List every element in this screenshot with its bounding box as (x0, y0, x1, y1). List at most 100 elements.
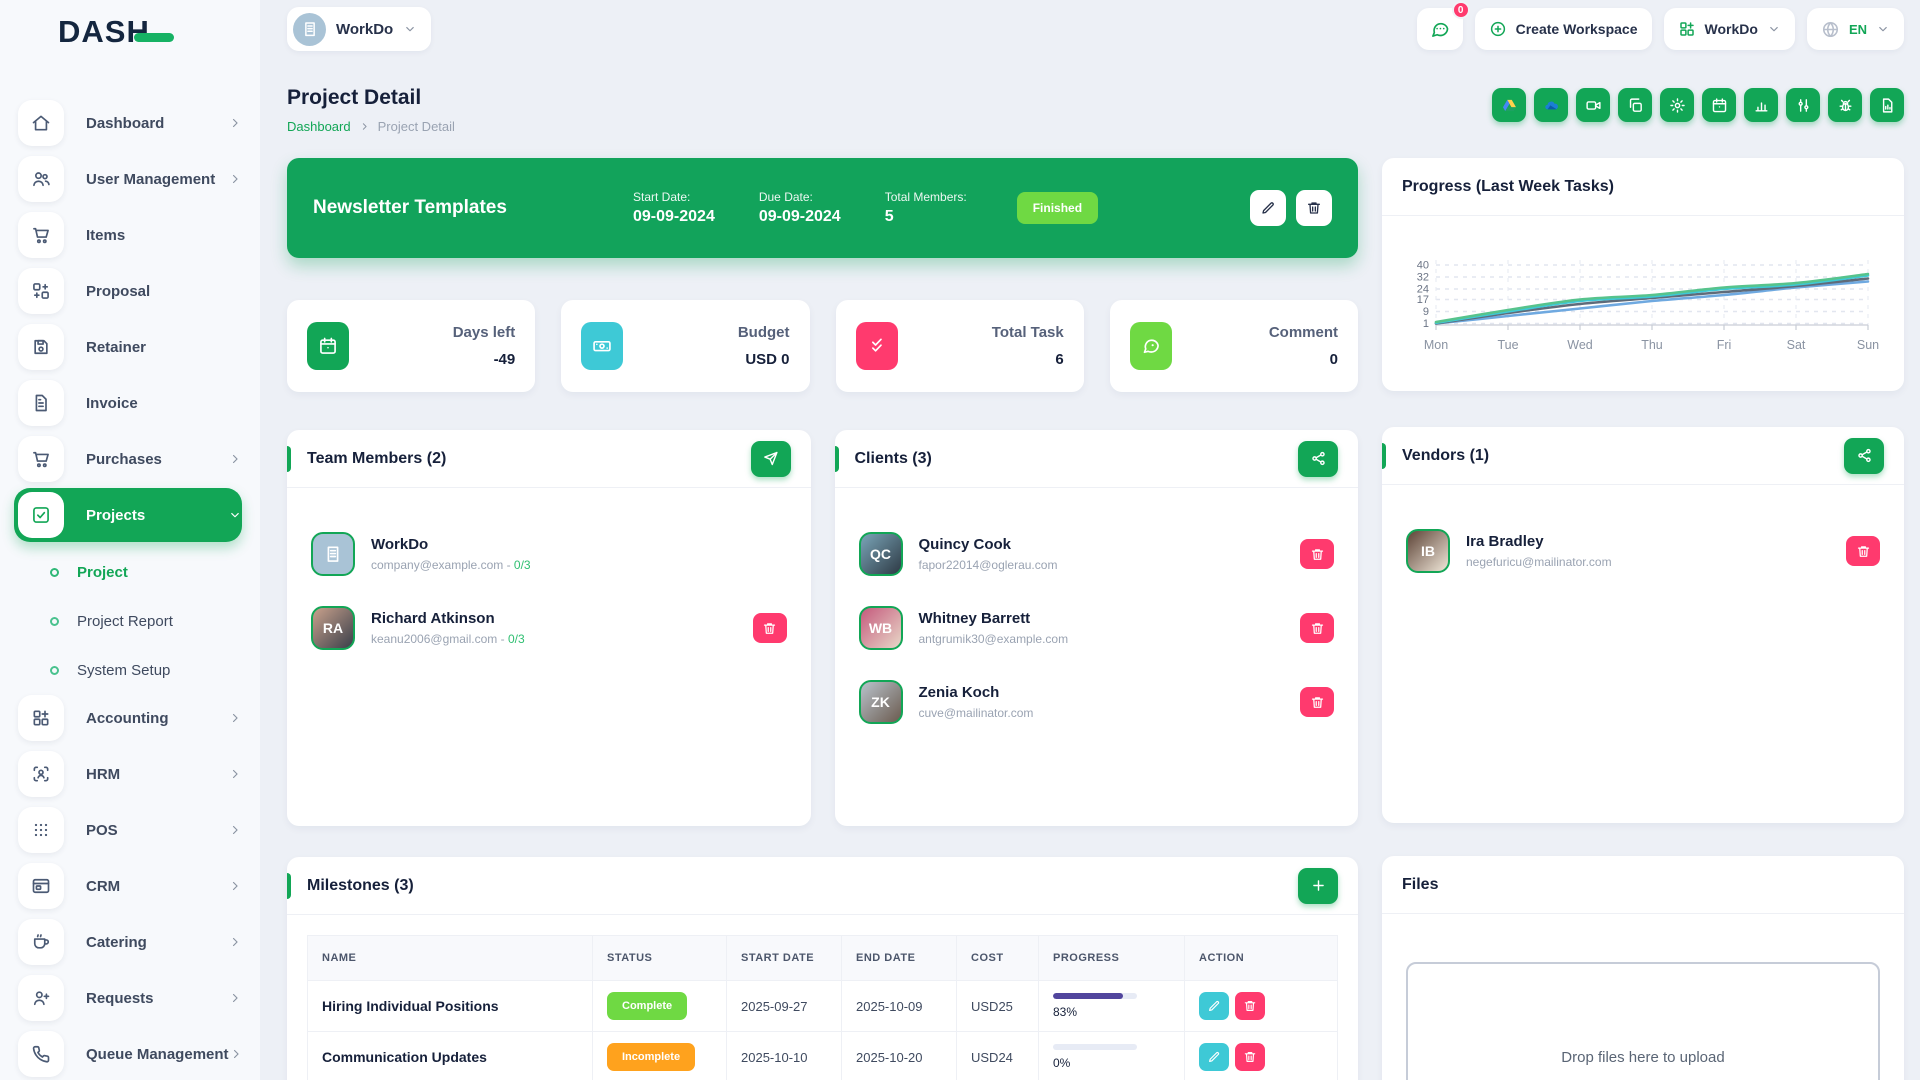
files-card: Files Drop files here to upload (1382, 856, 1904, 1080)
bar-chart-button[interactable] (1744, 88, 1778, 122)
workspace-selector[interactable]: WorkDo (287, 7, 431, 51)
trash-icon (1310, 621, 1325, 636)
files-title: Files (1402, 876, 1438, 894)
milestones-table: NAMESTATUSSTART DATEEND DATECOSTPROGRESS… (307, 935, 1338, 1080)
plus-circle-icon (1489, 20, 1507, 38)
sidebar-item-purchases[interactable]: Purchases (18, 436, 242, 482)
sidebar-item-projects[interactable]: Projects (14, 488, 242, 542)
sidebar-item-label: User Management (86, 171, 228, 188)
column-header-name: NAME (308, 936, 593, 981)
sidebar-item-items[interactable]: Items (18, 212, 242, 258)
stat-label: Days left (453, 324, 516, 341)
phone-icon (18, 1031, 64, 1077)
person-name: Zenia Koch (919, 684, 1034, 701)
sidebar-item-pos[interactable]: POS (18, 807, 242, 853)
status-badge: Finished (1017, 192, 1098, 224)
person-email: company@example.com - 0/3 (371, 558, 531, 572)
sidebar-item-requests[interactable]: Requests (18, 975, 242, 1021)
bug-button[interactable] (1828, 88, 1862, 122)
edit-milestone-button[interactable] (1199, 992, 1229, 1020)
chevron-right-icon (228, 172, 242, 186)
delete-project-button[interactable] (1296, 190, 1332, 226)
person-email: keanu2006@gmail.com - 0/3 (371, 632, 525, 646)
edit-project-button[interactable] (1250, 190, 1286, 226)
coffee-icon (18, 919, 64, 965)
users-icon (18, 156, 64, 202)
breadcrumb-home-link[interactable]: Dashboard (287, 119, 351, 134)
sidebar-subitem-system-setup[interactable]: System Setup (18, 646, 260, 695)
sliders-button[interactable] (1786, 88, 1820, 122)
gear-button[interactable] (1660, 88, 1694, 122)
globe-icon (1821, 20, 1840, 39)
sidebar-item-label: Projects (86, 507, 228, 524)
bullet-icon (50, 666, 59, 675)
create-workspace-button[interactable]: Create Workspace (1475, 8, 1652, 50)
sidebar-item-dashboard[interactable]: Dashboard (18, 100, 242, 146)
chevron-right-icon (359, 121, 370, 132)
grid-plus-icon (18, 695, 64, 741)
delete-milestone-button[interactable] (1235, 992, 1265, 1020)
sidebar-subitem-project[interactable]: Project (18, 548, 260, 597)
dots-grid-icon (18, 807, 64, 853)
remove-person-button[interactable] (1300, 613, 1334, 643)
share-clients-button[interactable] (1298, 441, 1338, 477)
sidebar-item-label: Catering (86, 934, 228, 951)
pencil-icon (1207, 1050, 1221, 1064)
file-dropzone[interactable]: Drop files here to upload (1406, 962, 1880, 1080)
sidebar-item-queue-management[interactable]: Queue Management (18, 1031, 242, 1077)
remove-person-button[interactable] (1846, 536, 1880, 566)
remove-person-button[interactable] (1300, 687, 1334, 717)
bullet-icon (50, 617, 59, 626)
add-milestone-button[interactable] (1298, 868, 1338, 904)
sidebar-subitem-project-report[interactable]: Project Report (18, 597, 260, 646)
sidebar-item-user-management[interactable]: User Management (18, 156, 242, 202)
svg-text:9: 9 (1423, 306, 1429, 318)
invite-member-button[interactable] (751, 441, 791, 477)
svg-text:Sun: Sun (1857, 338, 1879, 352)
list-item: ZK Zenia Koch cuve@mailinator.com (859, 680, 1335, 724)
list-item: IB Ira Bradley negefuricu@mailinator.com (1406, 529, 1880, 573)
copy-icon (1627, 97, 1644, 114)
sidebar-item-label: Requests (86, 990, 228, 1007)
edit-milestone-button[interactable] (1199, 1043, 1229, 1071)
milestones-title: Milestones (3) (307, 877, 414, 895)
sidebar-item-crm[interactable]: CRM (18, 863, 242, 909)
copy-button[interactable] (1618, 88, 1652, 122)
remove-person-button[interactable] (1300, 539, 1334, 569)
svg-text:Mon: Mon (1424, 338, 1448, 352)
stat-cards: Days left-49BudgetUSD 0Total Task6Commen… (287, 300, 1358, 392)
grid-plus-icon (1678, 20, 1696, 38)
sidebar-item-invoice[interactable]: Invoice (18, 380, 242, 426)
cost: USD24 (957, 1032, 1039, 1080)
app-logo[interactable]: DASH (18, 0, 260, 64)
app-window-icon (18, 863, 64, 909)
column-header-end-date: END DATE (842, 936, 957, 981)
file-report-button[interactable] (1870, 88, 1904, 122)
sidebar-item-catering[interactable]: Catering (18, 919, 242, 965)
remove-person-button[interactable] (753, 613, 787, 643)
stat-card-comment: Comment0 (1110, 300, 1358, 392)
column-header-start-date: START DATE (727, 936, 842, 981)
share-vendors-button[interactable] (1844, 438, 1884, 474)
chat-button[interactable]: 0 (1417, 8, 1463, 50)
sidebar-item-proposal[interactable]: Proposal (18, 268, 242, 314)
breadcrumb-current: Project Detail (378, 119, 455, 134)
workspace-name: WorkDo (336, 21, 393, 38)
video-camera-button[interactable] (1576, 88, 1610, 122)
sidebar-item-retainer[interactable]: Retainer (18, 324, 242, 370)
column-header-status: STATUS (593, 936, 727, 981)
language-selector[interactable]: EN (1807, 8, 1904, 50)
onedrive-button[interactable] (1534, 88, 1568, 122)
sidebar-item-accounting[interactable]: Accounting (18, 695, 242, 741)
sidebar-item-label: Accounting (86, 710, 228, 727)
main-area: WorkDo 0 Create Workspace WorkDo EN (260, 0, 1920, 1080)
column-header-progress: PROGRESS (1039, 936, 1185, 981)
progress-label: 0% (1053, 1056, 1170, 1070)
calendar-button[interactable] (1702, 88, 1736, 122)
stat-value: 0 (1269, 351, 1338, 368)
double-check-icon (856, 322, 898, 370)
delete-milestone-button[interactable] (1235, 1043, 1265, 1071)
app-switcher[interactable]: WorkDo (1664, 8, 1795, 50)
google-drive-button[interactable] (1492, 88, 1526, 122)
sidebar-item-hrm[interactable]: HRM (18, 751, 242, 797)
